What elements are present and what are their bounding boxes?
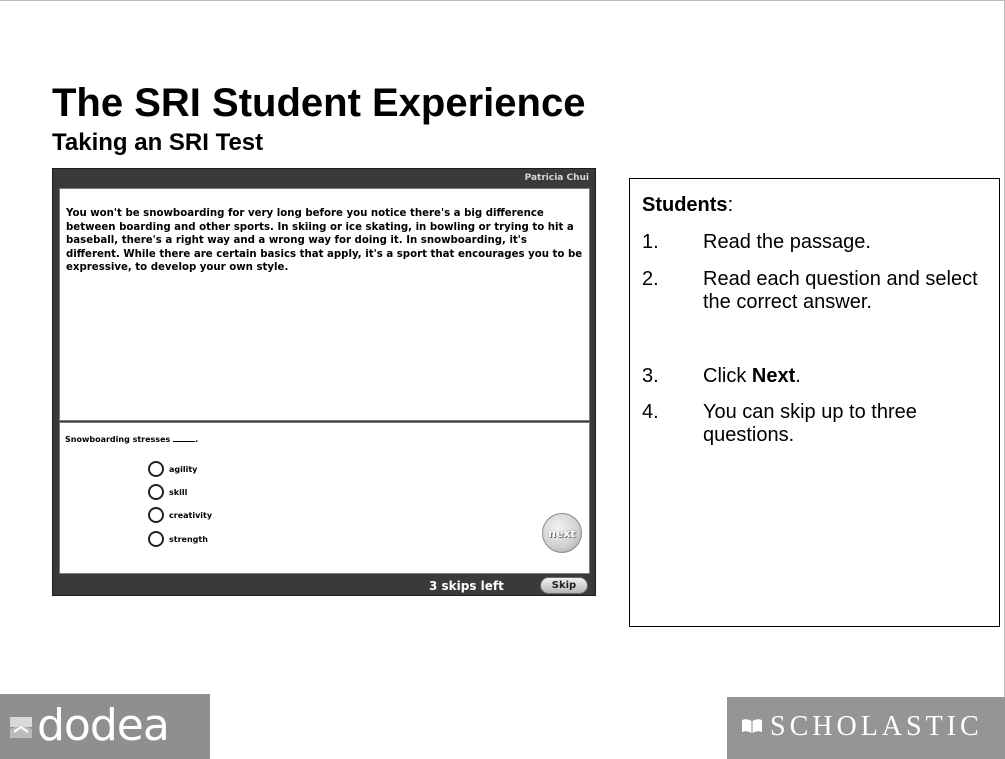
answer-option-skill[interactable]: skill	[148, 482, 187, 502]
answer-option-agility[interactable]: agility	[148, 459, 197, 479]
slide-subtitle: Taking an SRI Test	[52, 129, 264, 156]
instructions-heading-colon: :	[727, 194, 734, 216]
step-text-suffix: .	[795, 365, 801, 387]
step-text-prefix: Click	[703, 365, 752, 387]
step-text: Read the passage.	[703, 231, 871, 253]
dodea-emblem-icon	[10, 717, 32, 738]
answer-label: creativity	[169, 510, 213, 520]
step-text-bold: Next	[751, 365, 796, 387]
answer-option-creativity[interactable]: creativity	[148, 505, 212, 525]
radio-button-icon[interactable]	[148, 461, 164, 477]
radio-button-icon[interactable]	[148, 507, 164, 523]
step-number: 4.	[642, 401, 659, 423]
next-button-label: next	[548, 526, 576, 540]
instructions-box: Students: 1. Read the passage. 2. Read e…	[629, 178, 1000, 627]
step-text: Read each question and select the correc…	[703, 268, 978, 313]
next-button[interactable]: next	[542, 513, 582, 553]
skip-button[interactable]: Skip	[540, 577, 588, 594]
answer-label: skill	[169, 487, 188, 497]
question-stem: Snowboarding stresses	[65, 435, 171, 444]
scholastic-wordmark: SCHOLASTIC	[770, 711, 983, 742]
open-book-icon	[742, 719, 762, 733]
slide-title: The SRI Student Experience	[52, 81, 586, 125]
test-top-bar: Patricia Chui	[53, 169, 595, 187]
scholastic-logo: SCHOLASTIC	[727, 697, 1005, 759]
step-number: 2.	[642, 268, 659, 290]
sri-test-window: Patricia Chui You won't be snowboarding …	[52, 168, 596, 596]
dodea-logo: dodea	[0, 694, 210, 759]
skip-button-label: Skip	[551, 580, 577, 591]
step-number: 3.	[642, 365, 659, 387]
student-name: Patricia Chui	[524, 173, 589, 183]
answer-label: strength	[169, 534, 208, 544]
passage-text: You won't be snowboarding for very long …	[66, 208, 583, 273]
instructions-heading-text: Students	[642, 194, 728, 216]
answer-label: agility	[169, 464, 198, 474]
radio-button-icon[interactable]	[148, 531, 164, 547]
answer-option-strength[interactable]: strength	[148, 529, 208, 549]
step-number: 1.	[642, 231, 659, 253]
instructions-heading: Students:	[642, 193, 733, 217]
passage-panel: You won't be snowboarding for very long …	[59, 188, 590, 421]
step-text: Click Next.	[703, 365, 993, 388]
question-blank	[173, 441, 196, 442]
question-panel: Snowboarding stresses. agility skill cre…	[59, 422, 590, 574]
radio-button-icon[interactable]	[148, 484, 164, 500]
dodea-wordmark: dodea	[37, 700, 170, 751]
skips-left-counter: 3 skips left	[429, 579, 504, 593]
step-text: You can skip up to three questions.	[703, 401, 917, 446]
question-text: Snowboarding stresses.	[65, 435, 199, 444]
